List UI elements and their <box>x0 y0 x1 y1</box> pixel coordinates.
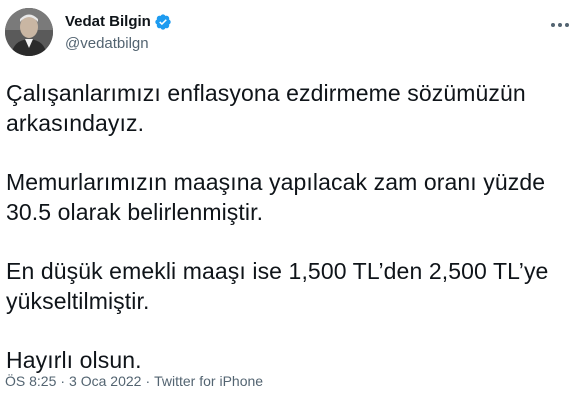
profile-photo <box>5 8 53 56</box>
author-info: Vedat Bilgin @vedatbilgn <box>65 12 172 54</box>
meta-separator: · <box>60 373 66 389</box>
tweet-card: Vedat Bilgin @vedatbilgn Çalışanlarımızı… <box>0 0 580 400</box>
tweet-text: Çalışanlarımızı enflasyona ezdirmeme söz… <box>6 78 566 404</box>
tweet-paragraph: En düşük emekli maaşı ise 1,500 TL’den 2… <box>6 258 549 314</box>
display-name[interactable]: Vedat Bilgin <box>65 12 151 32</box>
tweet-paragraph: Memurlarımızın maaşına yapılacak zam ora… <box>6 169 546 225</box>
tweet-paragraph: Hayırlı olsun. <box>6 347 142 373</box>
tweet-paragraph: Çalışanlarımızı enflasyona ezdirmeme söz… <box>6 80 526 136</box>
avatar[interactable] <box>5 8 53 56</box>
tweet-meta: ÖS 8:25 · 3 Oca 2022 · Twitter for iPhone <box>5 372 263 390</box>
more-horizontal-icon[interactable] <box>549 14 571 36</box>
tweet-date[interactable]: 3 Oca 2022 <box>69 373 141 389</box>
verified-badge-icon <box>154 13 172 31</box>
tweet-source[interactable]: Twitter for iPhone <box>154 373 263 389</box>
display-name-row: Vedat Bilgin <box>65 12 172 32</box>
handle[interactable]: @vedatbilgn <box>65 34 172 54</box>
tweet-time[interactable]: ÖS 8:25 <box>5 373 56 389</box>
meta-separator: · <box>145 373 151 389</box>
